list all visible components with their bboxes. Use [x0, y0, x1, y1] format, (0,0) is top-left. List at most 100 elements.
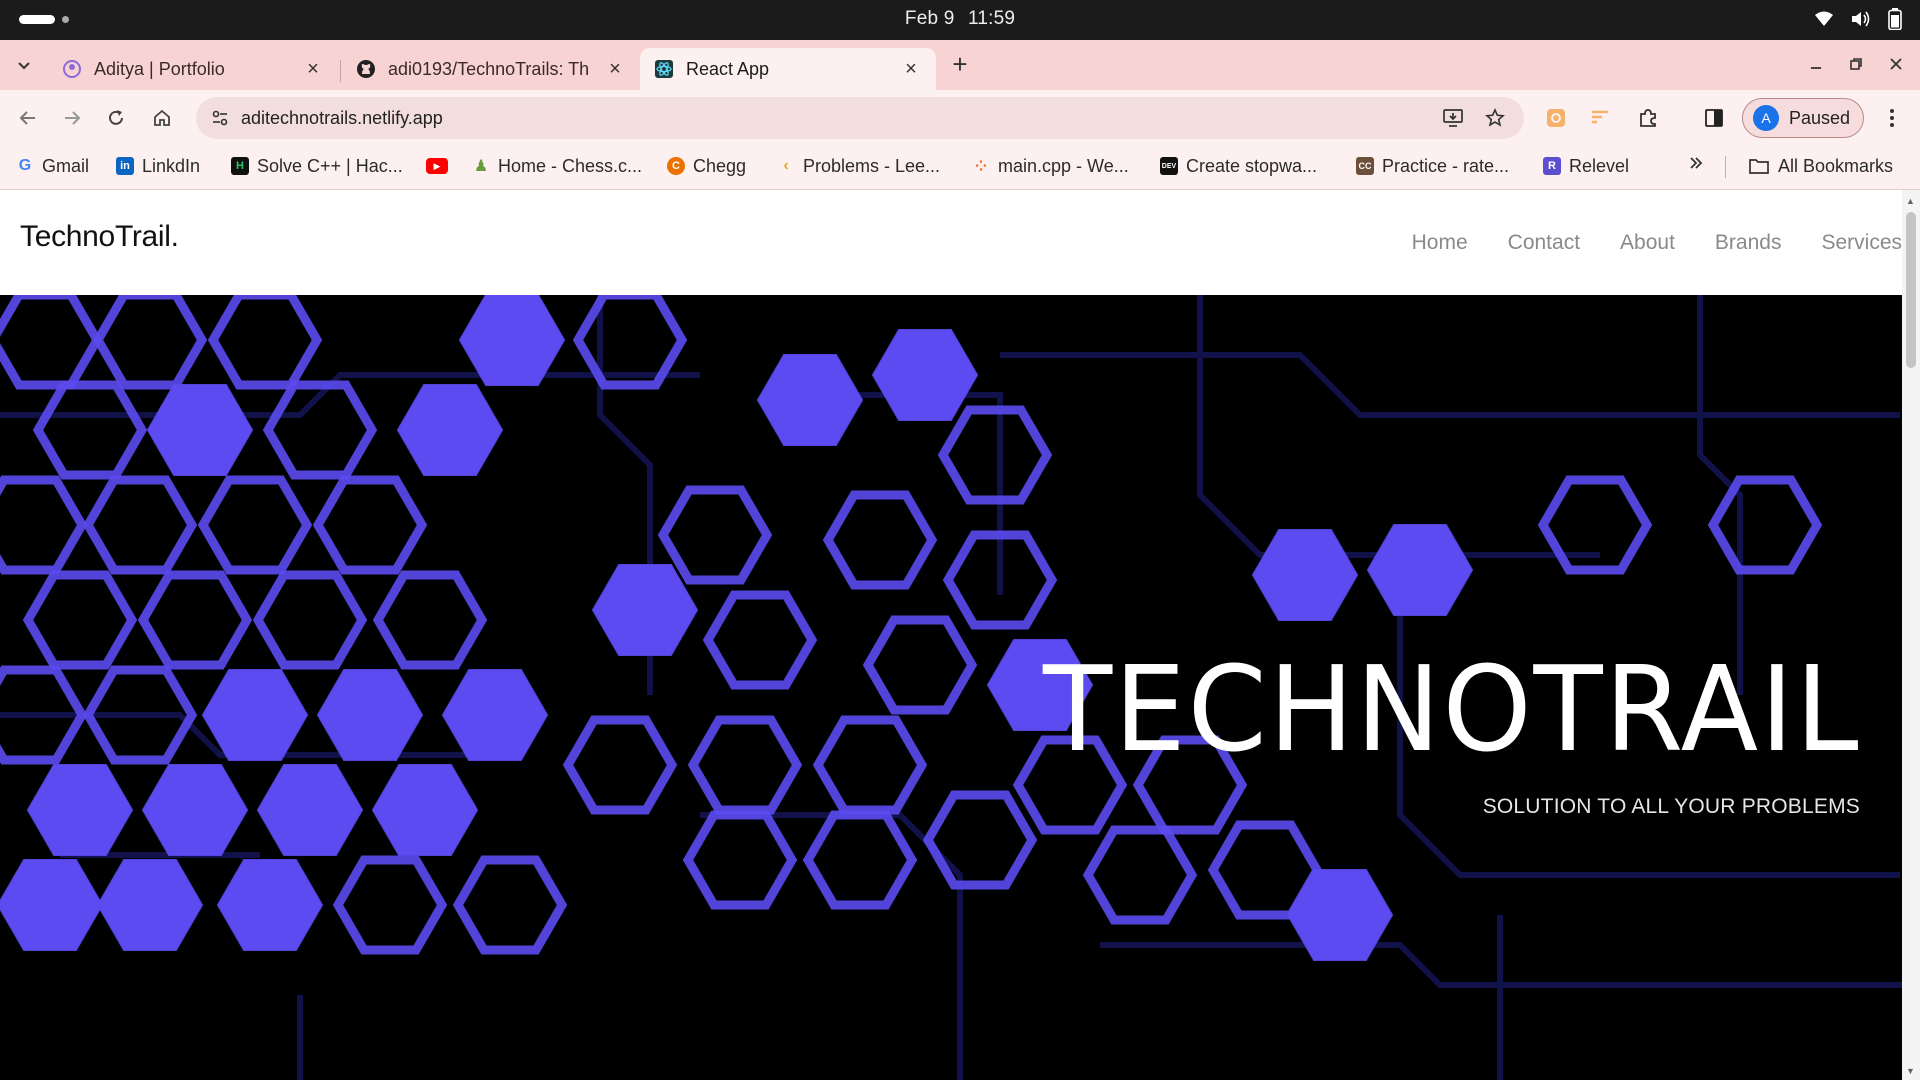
- circuit-trace: [1197, 295, 1600, 558]
- hexagon-outline: [92, 295, 208, 390]
- all-bookmarks-label: All Bookmarks: [1778, 155, 1894, 176]
- home-button[interactable]: [146, 102, 178, 134]
- tab-search-button[interactable]: [10, 52, 38, 80]
- side-panel-icon: [1705, 109, 1723, 127]
- close-icon[interactable]: ×: [900, 58, 922, 80]
- site-info-button[interactable]: [206, 104, 234, 132]
- address-bar[interactable]: aditechnotrails.netlify.app: [196, 97, 1524, 139]
- bookmark-codechef[interactable]: CC Practice - rate...: [1356, 146, 1509, 186]
- nav-brands[interactable]: Brands: [1715, 231, 1782, 255]
- scroll-thumb[interactable]: [1906, 212, 1916, 368]
- extension-orange-icon: [1547, 109, 1565, 127]
- bookmark-youtube[interactable]: ▶: [426, 146, 456, 186]
- back-button[interactable]: [12, 102, 44, 134]
- hexagon-outline: [32, 380, 148, 480]
- bookmark-replit[interactable]: ⁘ main.cpp - We...: [972, 146, 1129, 186]
- bookmark-chegg[interactable]: C Chegg: [667, 146, 746, 186]
- side-panel-button[interactable]: [1698, 102, 1730, 134]
- bookmark-label: Gmail: [42, 155, 90, 176]
- tab-strip: Aditya | Portfolio × adi0193/TechnoTrail…: [0, 40, 1920, 90]
- os-clock[interactable]: Feb 9 11:59: [0, 0, 1920, 40]
- menu-button[interactable]: [1876, 102, 1908, 134]
- hexagon-filled: [216, 859, 324, 951]
- close-icon[interactable]: ×: [302, 58, 324, 80]
- reload-button[interactable]: [100, 102, 132, 134]
- bookmark-chess[interactable]: ♟ Home - Chess.c...: [472, 146, 642, 186]
- react-favicon-icon: [655, 60, 673, 78]
- bookmarks-divider: [1725, 156, 1726, 178]
- gmail-icon: G: [18, 157, 32, 174]
- extensions-button[interactable]: [1632, 102, 1664, 134]
- close-window-button[interactable]: [1882, 50, 1910, 78]
- nav-contact[interactable]: Contact: [1508, 231, 1580, 255]
- portfolio-favicon-icon: [63, 60, 81, 78]
- nav-services[interactable]: Services: [1821, 231, 1902, 255]
- site-logo[interactable]: TechnoTrail.: [20, 220, 179, 254]
- hero-section: TECHNOTRAIL SOLUTION TO ALL YOUR PROBLEM…: [0, 295, 1902, 1080]
- install-app-button[interactable]: [1439, 104, 1467, 132]
- close-icon: [1890, 58, 1902, 70]
- bookmark-label: Problems - Lee...: [803, 155, 941, 176]
- hexagon-outline: [372, 570, 488, 670]
- hexagon-outline: [572, 295, 688, 390]
- restore-icon: [1850, 58, 1862, 70]
- install-icon: [1443, 109, 1463, 127]
- extension-1-button[interactable]: [1540, 102, 1572, 134]
- nav-about[interactable]: About: [1620, 231, 1675, 255]
- forward-arrow-icon: [65, 111, 81, 125]
- minimize-icon: [1811, 67, 1821, 69]
- url-text[interactable]: aditechnotrails.netlify.app: [241, 97, 443, 139]
- hexagon-filled: [441, 669, 549, 761]
- scroll-down-arrow-icon[interactable]: ▼: [1906, 1066, 1915, 1076]
- page-scrollbar[interactable]: ▲ ▼: [1902, 190, 1920, 1080]
- hexagon-filled: [256, 764, 364, 856]
- hexagon-outline: [922, 790, 1038, 890]
- tab-github[interactable]: adi0193/TechnoTrails: Th ×: [342, 48, 640, 90]
- tab-title: React App: [686, 58, 770, 79]
- nav-home[interactable]: Home: [1412, 231, 1468, 255]
- profile-button[interactable]: A Paused: [1742, 98, 1864, 138]
- new-tab-button[interactable]: +: [946, 49, 974, 79]
- circuit-trace: [1000, 352, 1900, 418]
- more-bookmarks-button[interactable]: [1688, 154, 1704, 177]
- github-icon: [357, 60, 375, 78]
- hexagon-outline: [82, 475, 198, 575]
- bookmark-dev[interactable]: DEV Create stopwa...: [1160, 146, 1317, 186]
- bookmark-star-button[interactable]: [1481, 104, 1509, 132]
- hexagon-filled: [756, 354, 864, 446]
- bookmark-gmail[interactable]: G Gmail: [16, 146, 89, 186]
- forward-button[interactable]: [56, 102, 88, 134]
- bookmark-label: Create stopwa...: [1186, 155, 1318, 176]
- bookmark-hackerrank[interactable]: H Solve C++ | Hac...: [231, 146, 403, 186]
- hexagon-outline: [802, 810, 918, 910]
- hexagon-outline: [822, 490, 938, 590]
- bookmark-linkedin[interactable]: in LinkdIn: [116, 146, 200, 186]
- tab-separator: [340, 60, 341, 82]
- hexagon-outline: [22, 570, 138, 670]
- minimize-button[interactable]: [1802, 50, 1830, 78]
- hexagon-filled: [201, 669, 309, 761]
- hexagon-outline: [937, 405, 1053, 505]
- hexagon-outline: [862, 615, 978, 715]
- restore-button[interactable]: [1842, 50, 1870, 78]
- bookmark-leetcode[interactable]: ‹ Problems - Lee...: [777, 146, 940, 186]
- close-icon[interactable]: ×: [604, 58, 626, 80]
- circuit-trace: [700, 812, 963, 1080]
- hexagon-filled: [458, 295, 566, 386]
- scroll-up-arrow-icon[interactable]: ▲: [1906, 196, 1915, 206]
- leetcode-icon: ‹: [783, 157, 789, 174]
- bookmark-relevel[interactable]: R Relevel: [1543, 146, 1629, 186]
- hexagon-outline: [1082, 825, 1198, 925]
- all-bookmarks-button[interactable]: All Bookmarks: [1748, 146, 1893, 186]
- chevron-down-icon: [18, 62, 30, 70]
- star-icon: [1485, 108, 1505, 127]
- extension-2-button[interactable]: [1584, 102, 1616, 134]
- hackerrank-icon: H: [231, 157, 249, 175]
- tab-react-app[interactable]: React App ×: [640, 48, 936, 90]
- system-status[interactable]: [1814, 8, 1902, 30]
- hexagon-filled: [1366, 524, 1474, 616]
- tab-title: Aditya | Portfolio: [94, 58, 225, 79]
- tab-portfolio[interactable]: Aditya | Portfolio ×: [48, 48, 338, 90]
- avatar: A: [1753, 105, 1779, 131]
- puzzle-icon: [1640, 109, 1656, 127]
